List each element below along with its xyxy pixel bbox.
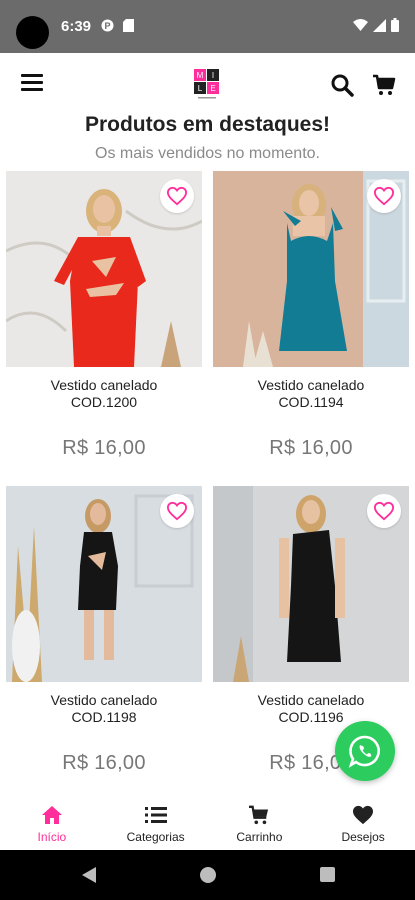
bottom-navigation: Início Categorias Carrinho Desejos <box>0 795 415 850</box>
search-icon <box>331 74 354 97</box>
dress-shape <box>70 237 138 367</box>
nav-label: Início <box>37 830 67 844</box>
system-navigation-bar <box>0 850 415 900</box>
home-icon <box>41 804 63 826</box>
heart-icon <box>352 804 374 826</box>
cart-button[interactable] <box>372 73 396 97</box>
nav-label: Carrinho <box>236 830 283 844</box>
battery-icon <box>391 18 399 32</box>
favorite-button[interactable] <box>367 494 401 528</box>
app-notification-icon: P <box>101 19 114 35</box>
nav-categorias[interactable]: Categorias <box>104 795 208 850</box>
product-card[interactable]: Vestido canelado COD.1194 R$ 16,00 <box>213 171 409 471</box>
back-icon <box>82 867 96 883</box>
product-name: Vestido canelado <box>257 692 365 708</box>
status-icons <box>353 18 399 32</box>
cart-icon <box>248 804 270 826</box>
home-button[interactable] <box>200 867 216 883</box>
svg-text:M: M <box>197 71 204 80</box>
product-name: Vestido canelado <box>257 377 365 393</box>
signal-icon <box>373 18 386 32</box>
whatsapp-icon <box>348 735 380 768</box>
store-logo[interactable]: M I L E <box>193 67 221 101</box>
favorite-button[interactable] <box>367 179 401 213</box>
wifi-icon <box>353 19 368 31</box>
list-icon <box>144 804 167 826</box>
search-button[interactable] <box>330 73 354 97</box>
product-name: Vestido canelado <box>50 377 158 393</box>
cart-icon <box>373 74 396 95</box>
app-header: M I L E <box>0 53 415 115</box>
recents-button[interactable] <box>320 867 335 882</box>
whatsapp-button[interactable] <box>335 721 395 781</box>
nav-label: Categorias <box>126 830 185 844</box>
heart-outline-icon <box>166 501 188 521</box>
menu-button[interactable] <box>21 74 43 94</box>
product-code: COD.1198 <box>71 709 137 725</box>
product-price: R$ 16,00 <box>62 437 146 459</box>
svg-text:I: I <box>212 71 214 80</box>
camera-cutout <box>16 16 49 49</box>
nav-carrinho[interactable]: Carrinho <box>208 795 312 850</box>
product-price: R$ 16,00 <box>62 752 146 774</box>
heart-outline-icon <box>373 186 395 206</box>
dress-shape <box>78 532 118 610</box>
nav-inicio[interactable]: Início <box>0 795 104 850</box>
nav-label: Desejos <box>341 830 385 844</box>
status-time: 6:39 <box>61 18 92 35</box>
nav-desejos[interactable]: Desejos <box>311 795 415 850</box>
product-price: R$ 16,00 <box>269 437 353 459</box>
status-bar: 6:39 P <box>0 0 415 53</box>
svg-text:E: E <box>210 84 215 93</box>
product-code: COD.1196 <box>278 709 344 725</box>
product-name: Vestido canelado <box>50 692 158 708</box>
favorite-button[interactable] <box>160 179 194 213</box>
heart-outline-icon <box>166 186 188 206</box>
svg-text:L: L <box>198 84 203 93</box>
product-code: COD.1200 <box>70 394 138 410</box>
favorite-button[interactable] <box>160 494 194 528</box>
product-code: COD.1194 <box>278 394 344 410</box>
sd-card-icon <box>123 19 134 35</box>
section-title: Produtos em destaques! <box>84 113 331 136</box>
product-card[interactable]: Vestido canelado COD.1200 R$ 16,00 <box>6 171 202 471</box>
svg-text:P: P <box>104 21 110 31</box>
back-button[interactable] <box>82 867 96 888</box>
heart-outline-icon <box>373 501 395 521</box>
product-card[interactable]: Vestido canelado COD.1198 R$ 16,00 <box>6 486 202 786</box>
section-subtitle: Os mais vendidos no momento. <box>95 145 320 162</box>
